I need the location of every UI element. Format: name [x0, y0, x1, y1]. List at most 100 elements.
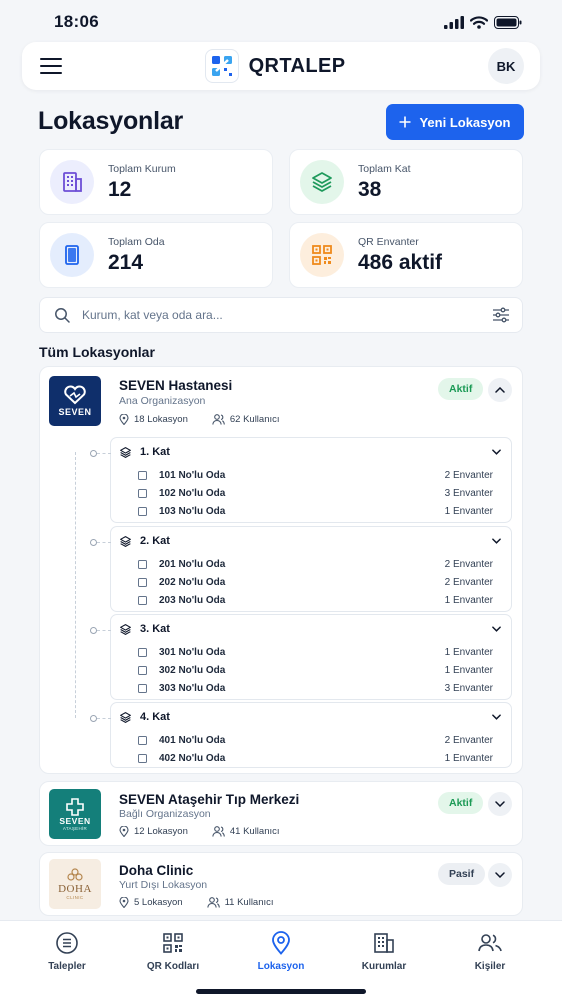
chevron-down-icon[interactable]	[492, 626, 501, 632]
stat-value: 214	[108, 250, 144, 274]
floor-header[interactable]: 3. Kat	[111, 615, 511, 643]
stat-label: Toplam Kurum	[108, 162, 176, 175]
floor-name: 4. Kat	[140, 711, 170, 723]
room-checkbox[interactable]	[138, 683, 147, 693]
nav-label: QR Kodları	[146, 961, 200, 972]
logo-text: DOHA	[58, 883, 92, 895]
room-checkbox[interactable]	[138, 595, 147, 605]
building-icon	[374, 933, 394, 953]
room-row[interactable]: 103 No'lu Oda 1 Envanter	[111, 502, 511, 520]
avatar[interactable]: BK	[488, 48, 524, 84]
nav-label: Lokasyon	[257, 961, 305, 972]
room-row[interactable]: 102 No'lu Oda 3 Envanter	[111, 484, 511, 502]
room-checkbox[interactable]	[138, 753, 147, 763]
top-app-bar: QRTALEP BK	[22, 42, 540, 90]
expand-button[interactable]	[488, 792, 512, 816]
room-checkbox[interactable]	[138, 488, 147, 498]
chevron-down-icon[interactable]	[492, 714, 501, 720]
search-input[interactable]	[82, 308, 492, 322]
organization-name: SEVEN Ataşehir Tıp Merkezi	[119, 792, 300, 807]
filter-sliders-icon[interactable]	[492, 307, 510, 323]
location-count: 18 Lokasyon	[134, 414, 188, 425]
bottom-navigation: Talepler QR Kodları Lokasyon Kurumlar Ki…	[0, 920, 562, 1000]
room-inventory: 1 Envanter	[444, 646, 493, 658]
status-time: 18:06	[54, 12, 99, 31]
room-row[interactable]: 201 No'lu Oda 2 Envanter	[111, 555, 511, 573]
room-checkbox[interactable]	[138, 665, 147, 675]
nav-label: Kurumlar	[361, 961, 407, 972]
room-name: 102 No'lu Oda	[159, 487, 226, 499]
logo-subtext: CLINIC	[66, 895, 84, 900]
room-row[interactable]: 401 No'lu Oda 2 Envanter	[111, 731, 511, 749]
room-name: 203 No'lu Oda	[159, 594, 226, 606]
room-row[interactable]: 101 No'lu Oda 2 Envanter	[111, 466, 511, 484]
collapse-button[interactable]	[488, 378, 512, 402]
room-name: 201 No'lu Oda	[159, 558, 226, 570]
stat-value: 486 aktif	[358, 250, 443, 274]
room-inventory: 2 Envanter	[444, 734, 493, 746]
room-name: 301 No'lu Oda	[159, 646, 226, 658]
room-checkbox[interactable]	[138, 559, 147, 569]
nav-label: Kişiler	[474, 961, 506, 972]
nav-item-talepler[interactable]: Talepler	[22, 931, 112, 972]
layers-icon	[120, 623, 131, 635]
stat-value: 38	[358, 177, 382, 201]
nav-item-kurumlar[interactable]: Kurumlar	[339, 931, 429, 972]
stat-card-rooms: Toplam Oda 214	[39, 222, 273, 288]
hamburger-menu-icon[interactable]	[40, 57, 62, 75]
user-count: 62 Kullanıcı	[229, 414, 280, 425]
organization-meta: 5 Lokasyon 11 Kullanıcı	[119, 897, 274, 908]
battery-icon	[494, 15, 522, 29]
seven-logo: SEVEN	[49, 376, 101, 426]
floor-card[interactable]: 3. Kat 301 No'lu Oda 1 Envanter 302 No'lu…	[90, 614, 512, 700]
stat-label: Toplam Oda	[108, 235, 165, 248]
floor-card[interactable]: 4. Kat 401 No'lu Oda 2 Envanter 402 No'lu…	[90, 702, 512, 768]
new-location-button[interactable]: Yeni Lokasyon	[386, 104, 524, 140]
floor-header[interactable]: 1. Kat	[111, 438, 511, 466]
organization-card-doha-clinic[interactable]: DOHA CLINIC Doha Clinic Yurt Dışı Lokasy…	[39, 852, 523, 916]
system-icons	[444, 15, 522, 29]
room-row[interactable]: 303 No'lu Oda 3 Envanter	[111, 679, 511, 697]
status-badge: Aktif	[438, 792, 484, 814]
layers-icon	[120, 711, 131, 723]
location-pin-icon	[119, 826, 129, 837]
room-checkbox[interactable]	[138, 735, 147, 745]
brand-name: QRTALEP	[248, 54, 346, 77]
floor-header[interactable]: 2. Kat	[111, 527, 511, 555]
user-count: 41 Kullanıcı	[229, 826, 280, 837]
room-row[interactable]: 302 No'lu Oda 1 Envanter	[111, 661, 511, 679]
room-checkbox[interactable]	[138, 647, 147, 657]
nav-item-qr-kodlari[interactable]: QR Kodları	[128, 931, 218, 972]
room-checkbox[interactable]	[138, 577, 147, 587]
list-icon	[56, 932, 78, 954]
chevron-down-icon[interactable]	[492, 449, 501, 455]
status-bar: 18:06	[0, 0, 562, 44]
room-checkbox[interactable]	[138, 506, 147, 516]
tree-node-dot	[90, 539, 97, 546]
room-checkbox[interactable]	[138, 470, 147, 480]
brand-logo-icon	[204, 49, 239, 83]
brand: QRTALEP	[204, 49, 346, 83]
room-row[interactable]: 402 No'lu Oda 1 Envanter	[111, 749, 511, 767]
room-inventory: 1 Envanter	[444, 594, 493, 606]
room-row[interactable]: 301 No'lu Oda 1 Envanter	[111, 643, 511, 661]
organization-card-seven-atasehir[interactable]: SEVEN ATAŞEHİR SEVEN Ataşehir Tıp Merkez…	[39, 781, 523, 846]
expand-button[interactable]	[488, 863, 512, 887]
organization-subtitle: Bağlı Organizasyon	[119, 808, 211, 820]
room-name: 302 No'lu Oda	[159, 664, 226, 676]
floor-header[interactable]: 4. Kat	[111, 703, 511, 731]
room-name: 402 No'lu Oda	[159, 752, 226, 764]
floor-card[interactable]: 2. Kat 201 No'lu Oda 2 Envanter 202 No'lu…	[90, 526, 512, 612]
room-name: 101 No'lu Oda	[159, 469, 226, 481]
room-row[interactable]: 202 No'lu Oda 2 Envanter	[111, 573, 511, 591]
location-pin-icon	[272, 931, 290, 955]
nav-item-kisiler[interactable]: Kişiler	[445, 931, 535, 972]
organization-meta: 12 Lokasyon 41 Kullanıcı	[119, 826, 280, 837]
logo-text: SEVEN	[58, 407, 92, 417]
nav-item-lokasyon[interactable]: Lokasyon	[236, 931, 326, 972]
stat-label: QR Envanter	[358, 235, 419, 248]
floor-card[interactable]: 1. Kat 101 No'lu Oda 2 Envanter 102 No'lu…	[90, 437, 512, 523]
chevron-down-icon[interactable]	[492, 538, 501, 544]
stat-card-organizations: Toplam Kurum 12	[39, 149, 273, 215]
room-row[interactable]: 203 No'lu Oda 1 Envanter	[111, 591, 511, 609]
